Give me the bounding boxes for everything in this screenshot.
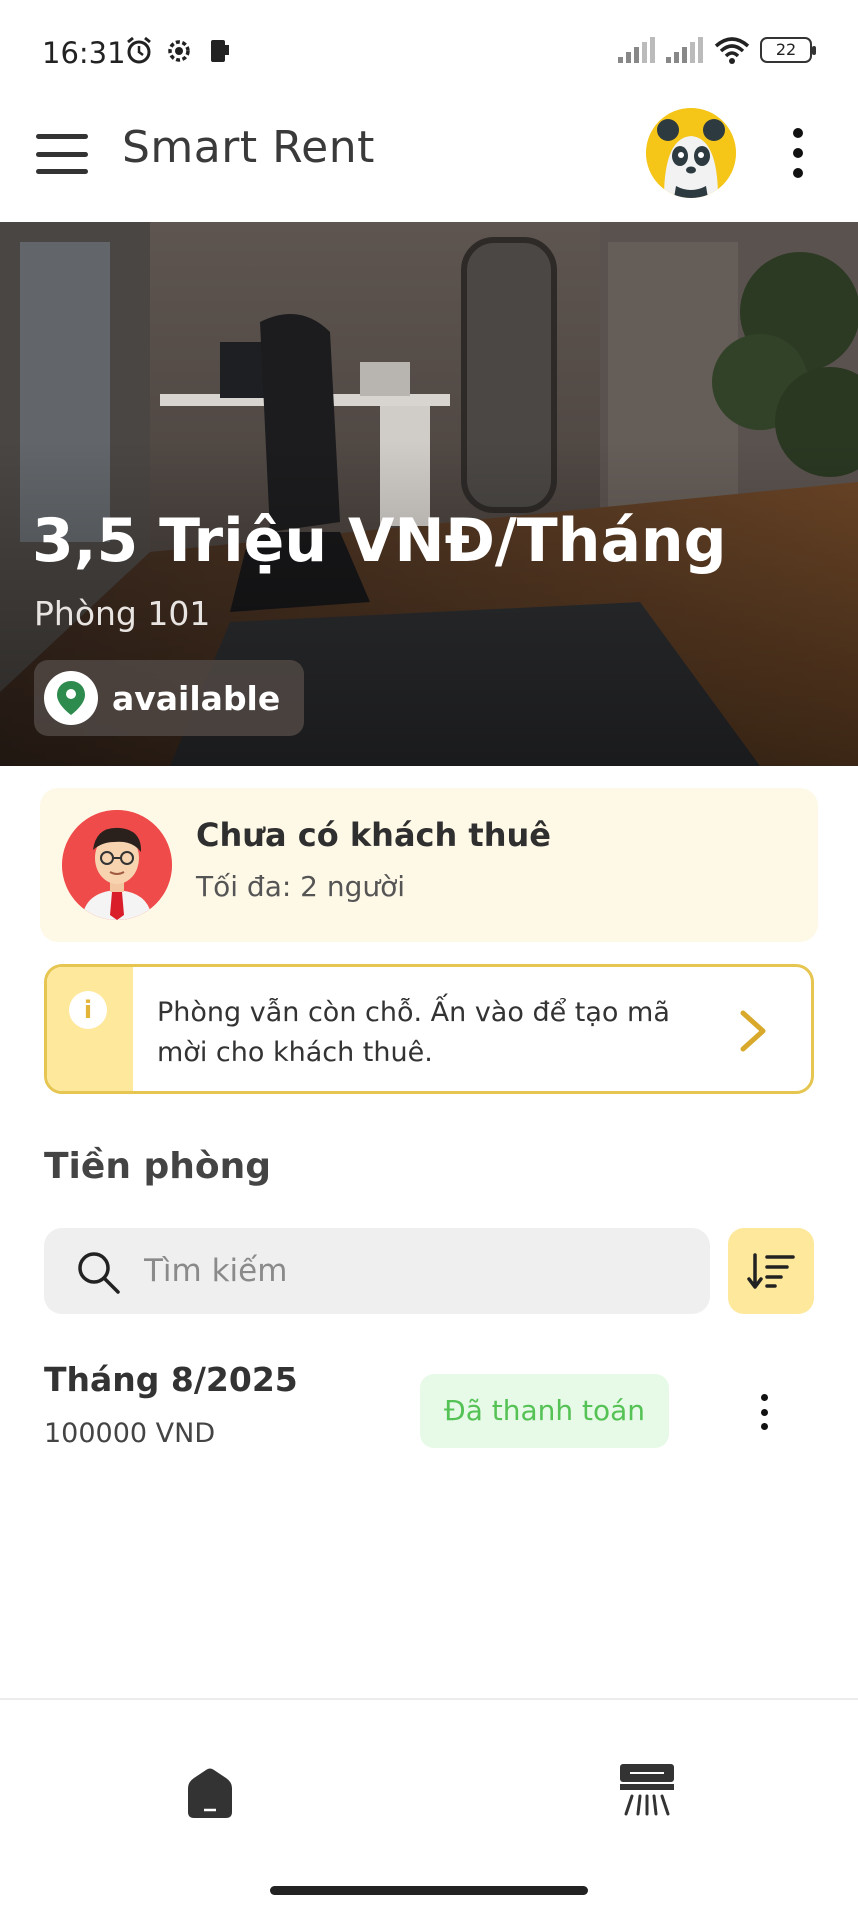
- phone-icon: [211, 40, 229, 62]
- more-vertical-icon[interactable]: [754, 1394, 774, 1430]
- info-icon: i: [69, 991, 107, 1029]
- tenant-avatar: [62, 810, 172, 920]
- room-hero-image: 3,5 Triệu VNĐ/Tháng Phòng 101 available: [0, 222, 858, 766]
- bottom-navigation: [0, 1698, 858, 1874]
- search-icon: [78, 1252, 120, 1294]
- payment-row[interactable]: Tháng 8/2025 100000 VND Đã thanh toán: [44, 1352, 814, 1462]
- banner-accent: i: [47, 967, 133, 1091]
- alarm-icon: [127, 36, 151, 64]
- rent-section-title: Tiền phòng: [44, 1146, 272, 1187]
- panda-avatar[interactable]: [646, 108, 736, 198]
- search-input[interactable]: [144, 1248, 684, 1294]
- sort-button[interactable]: [728, 1228, 814, 1314]
- air-conditioner-icon[interactable]: [616, 1762, 678, 1818]
- status-bar: 16:31 22: [0, 0, 858, 100]
- tenant-max-occupancy: Tối đa: 2 người: [196, 870, 406, 903]
- app-bar: Smart Rent: [0, 100, 858, 222]
- status-time: 16:31: [42, 36, 126, 70]
- room-name: Phòng 101: [34, 594, 211, 633]
- invite-code-banner[interactable]: i Phòng vẫn còn chỗ. Ấn vào để tạo mã mờ…: [44, 964, 814, 1094]
- settings-icon: [168, 40, 190, 62]
- tenant-card[interactable]: Chưa có khách thuê Tối đa: 2 người: [40, 788, 818, 942]
- wifi-icon: [714, 37, 750, 64]
- more-vertical-icon[interactable]: [786, 128, 810, 178]
- search-bar[interactable]: [44, 1228, 710, 1314]
- chevron-right-icon[interactable]: [733, 1009, 773, 1053]
- banner-text: Phòng vẫn còn chỗ. Ấn vào để tạo mã mời …: [157, 997, 670, 1068]
- payment-amount: 100000 VND: [44, 1418, 216, 1449]
- home-icon[interactable]: [182, 1766, 238, 1822]
- location-pin-icon: [44, 671, 98, 725]
- battery-icon: 22: [760, 37, 816, 63]
- rent-price: 3,5 Triệu VNĐ/Tháng: [32, 506, 727, 576]
- signal-icon: [618, 37, 655, 63]
- home-indicator: [270, 1886, 588, 1895]
- hamburger-menu-icon[interactable]: [36, 134, 88, 174]
- sort-descending-icon: [747, 1253, 795, 1289]
- payment-status-badge: Đã thanh toán: [420, 1374, 670, 1448]
- payment-month: Tháng 8/2025: [44, 1360, 298, 1399]
- tenant-status-title: Chưa có khách thuê: [196, 816, 551, 854]
- status-left-icons: [124, 36, 234, 66]
- availability-status: available: [112, 678, 281, 718]
- app-title: Smart Rent: [122, 122, 375, 173]
- availability-badge: available: [34, 660, 305, 736]
- signal-icon: [666, 37, 703, 63]
- status-right-icons: 22: [618, 36, 816, 64]
